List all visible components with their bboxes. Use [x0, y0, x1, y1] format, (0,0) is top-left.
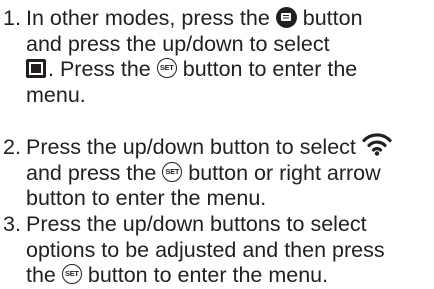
step-2-line-3: button to enter the menu. [26, 186, 267, 210]
step-3-line-2: options to be adjusted and then press [26, 237, 385, 262]
instruction-document: 1. In other modes, press the button and … [0, 0, 434, 287]
step-1-line-3: . Press the SET button to enter the [26, 56, 357, 83]
step-1-line-2: and press the up/down to select [26, 31, 330, 56]
step-1-line-4: menu. [26, 82, 86, 107]
step-number: 1. [3, 6, 21, 30]
wifi-icon [362, 133, 392, 157]
set-button-icon: SET [162, 161, 183, 182]
step-2-line-2: and press the SET button or right arrow [26, 160, 381, 185]
step-2-line-1: Press the up/down button to select [26, 133, 392, 161]
step-1-line-1: In other modes, press the button [26, 6, 363, 30]
step-3-line-1: Press the up/down buttons to select [26, 212, 367, 236]
set-button-icon: SET [156, 58, 177, 79]
step-number: 3. [3, 212, 21, 236]
step-number: 2. [3, 135, 21, 159]
set-button-icon: SET [61, 264, 82, 285]
menu-page-icon [26, 58, 46, 78]
menu-display-button-icon [275, 6, 297, 28]
